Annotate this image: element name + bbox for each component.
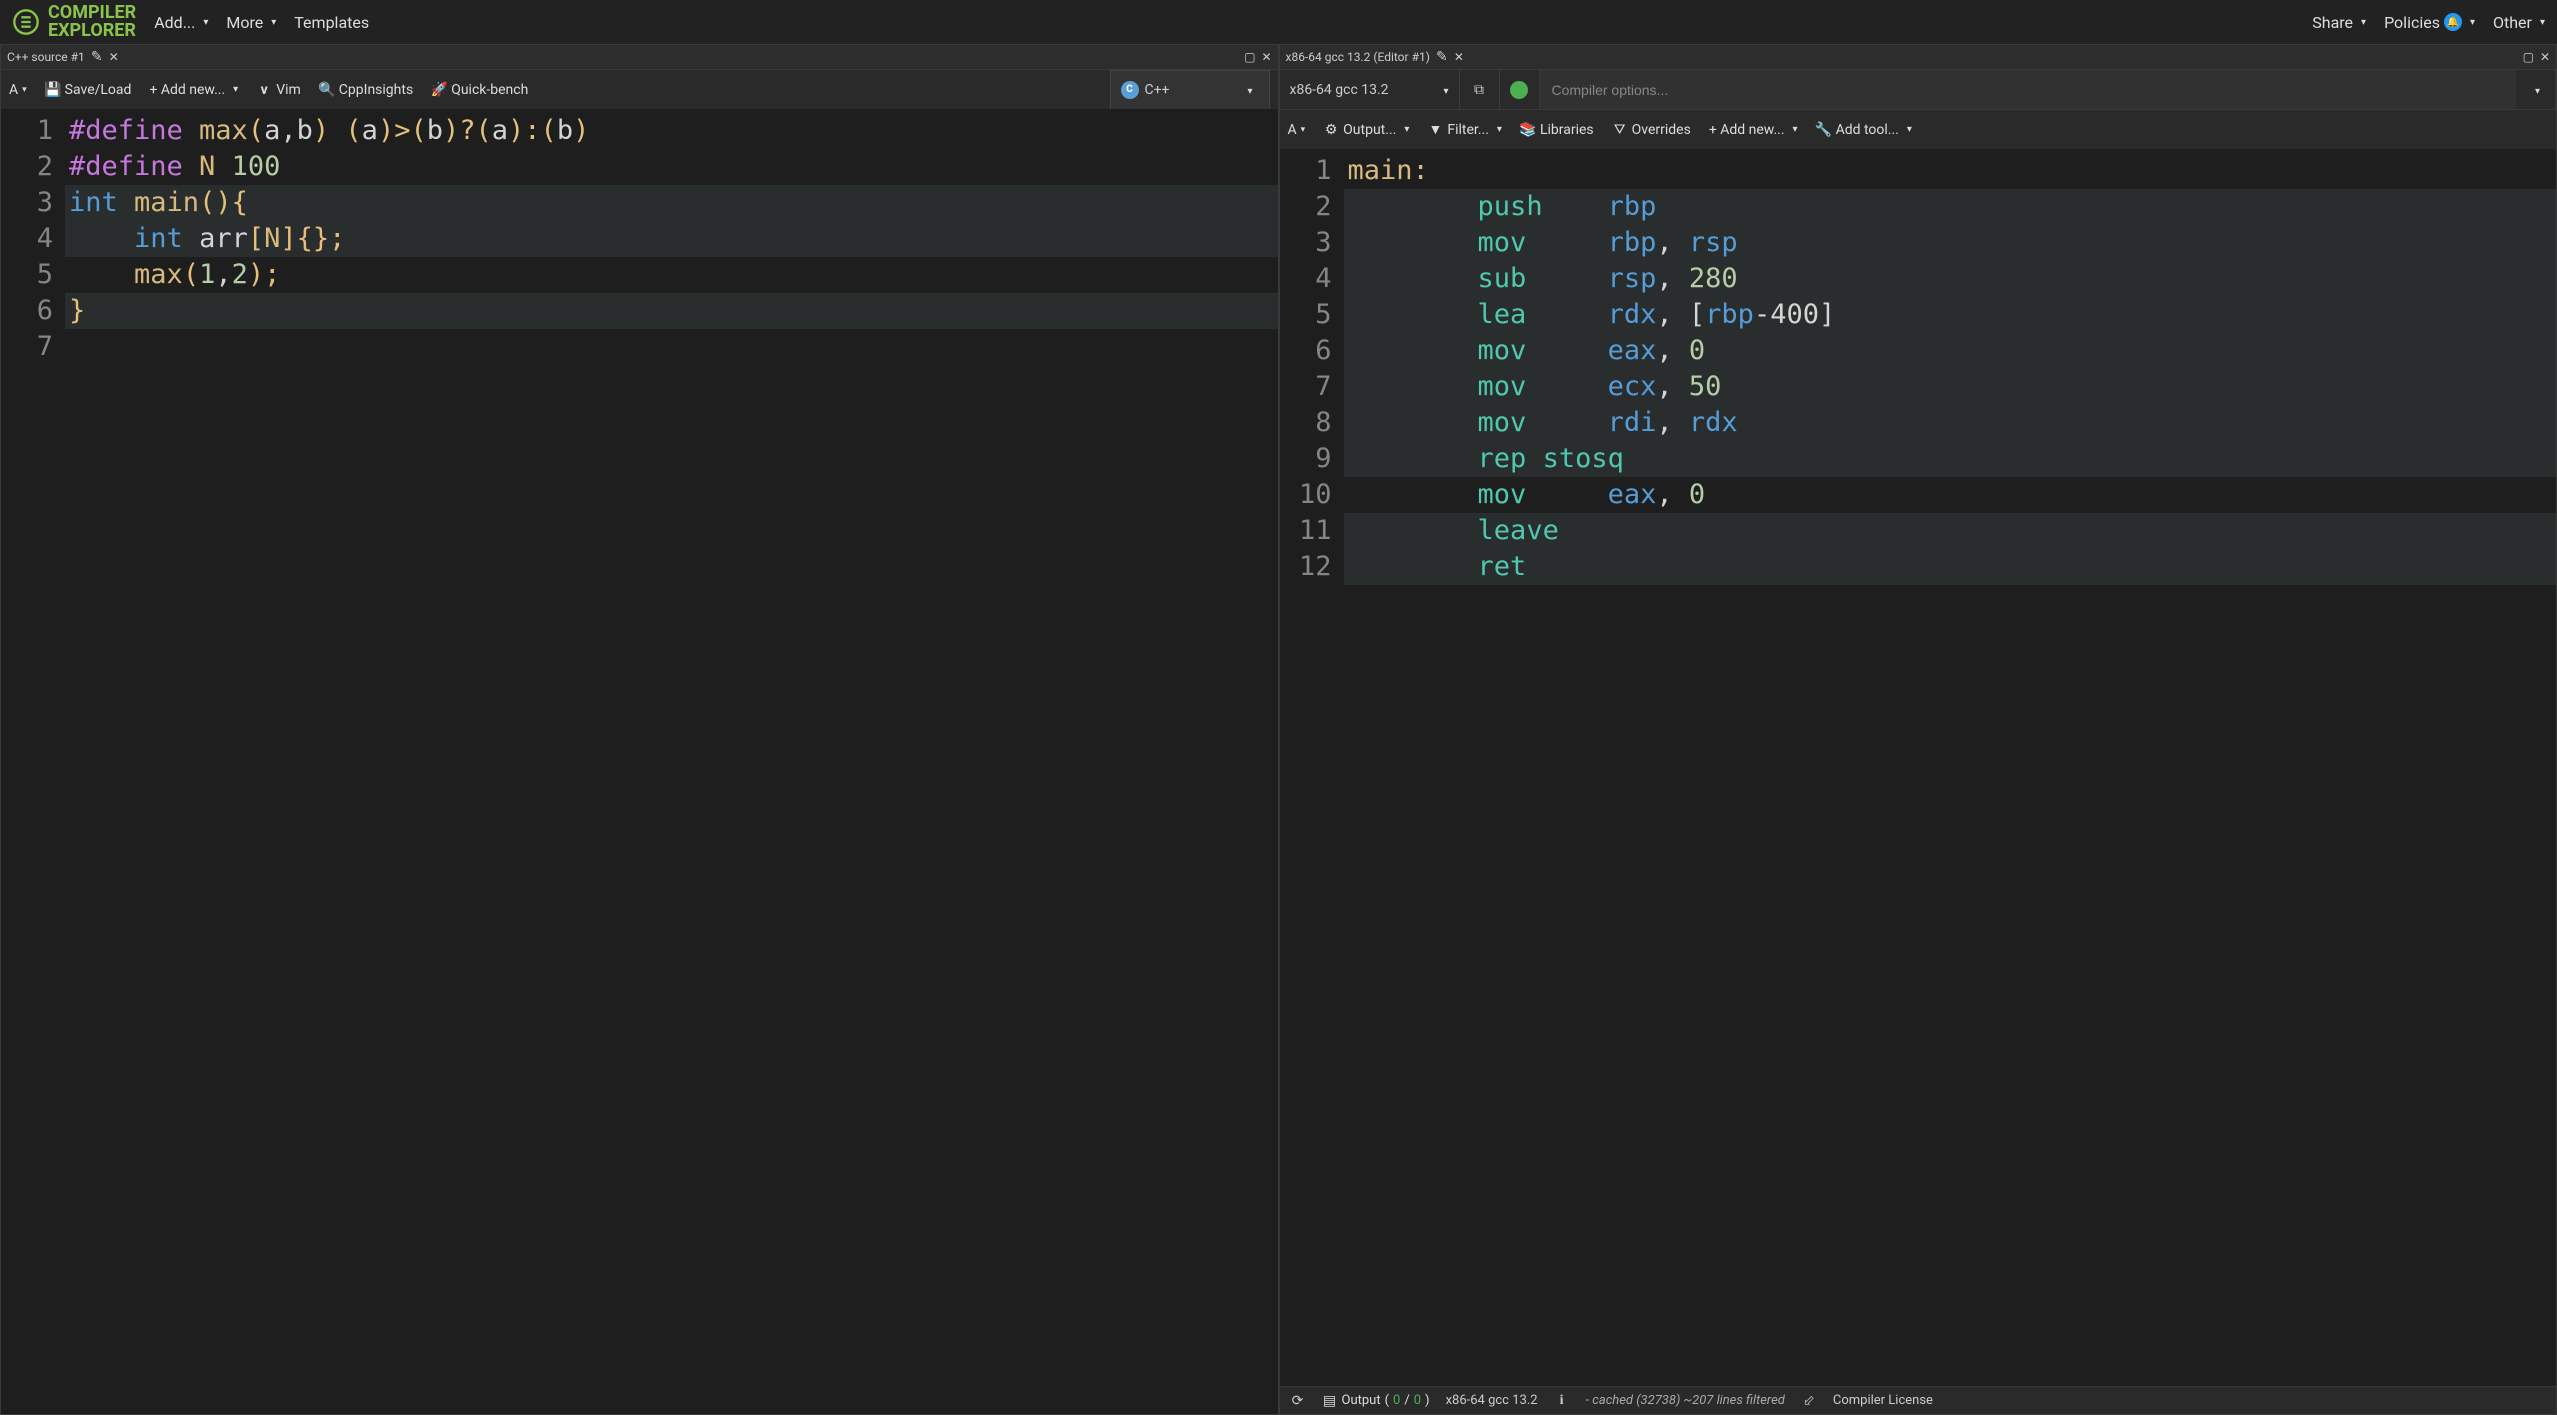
vim-button[interactable]: v Vim [256, 82, 301, 98]
close-icon[interactable]: ✕ [1454, 50, 1464, 64]
code-line[interactable]: int main(){ [65, 185, 1278, 221]
rocket-icon: 🚀 [431, 82, 447, 98]
asm-gutter: 123456789101112 [1280, 149, 1344, 1386]
maximize-icon[interactable]: ▢ [1244, 50, 1255, 64]
compiler-select[interactable]: x86-64 gcc 13.2 [1280, 70, 1460, 109]
chevron-down-icon [1247, 82, 1252, 98]
code-line[interactable]: sub rsp, 280 [1344, 261, 2557, 297]
status-indicator [1500, 70, 1540, 109]
book-icon: 📚 [1520, 122, 1536, 138]
footer-compiler-name: x86-64 gcc 13.2 [1446, 1393, 1538, 1408]
source-editor[interactable]: 1234567 #define max(a,b) (a)>(b)?(a):(b)… [1, 109, 1278, 1414]
source-tab-bar: C++ source #1 ✎ ✕ ▢ ✕ [1, 45, 1278, 69]
close-pane-icon[interactable]: ✕ [1261, 50, 1271, 64]
code-line[interactable]: mov ecx, 50 [1344, 369, 2557, 405]
chart-icon[interactable]: ⬃ [1801, 1393, 1817, 1409]
code-line[interactable]: leave [1344, 513, 2557, 549]
code-line[interactable]: #define N 100 [65, 149, 1278, 185]
pencil-icon: ✎ [1434, 49, 1450, 65]
source-gutter: 1234567 [1, 109, 65, 1414]
asm-tab-bar: x86-64 gcc 13.2 (Editor #1) ✎ ✕ ▢ ✕ [1280, 45, 2557, 69]
source-pane: C++ source #1 ✎ ✕ ▢ ✕ A▾ 💾 Save/Load + A… [0, 44, 1279, 1415]
chevron-down-icon [1439, 82, 1448, 98]
popout-icon: ⧉ [1471, 82, 1487, 98]
search-icon: 🔍 [319, 82, 335, 98]
code-line[interactable]: push rbp [1344, 189, 2557, 225]
compiler-options[interactable] [1540, 70, 2517, 109]
source-tab[interactable]: C++ source #1 ✎ ✕ [7, 49, 119, 65]
topbar: COMPILER EXPLORER Add... More Templates … [0, 0, 2557, 44]
reload-icon[interactable]: ⟳ [1290, 1393, 1306, 1409]
nav-add[interactable]: Add... [154, 13, 208, 32]
code-line[interactable]: main: [1344, 153, 2557, 189]
output-status-button[interactable]: ▤ Output (0/0) [1322, 1393, 1430, 1409]
brand-line2: EXPLORER [48, 22, 136, 40]
footer-cache-info: - cached (32738) ~207 lines filtered [1586, 1393, 1785, 1408]
check-icon [1510, 81, 1528, 99]
source-toolbar: A▾ 💾 Save/Load + Add new... v Vim 🔍 CppI… [1, 69, 1278, 109]
cpp-icon: C [1121, 81, 1139, 99]
code-line[interactable]: int arr[N]{}; [65, 221, 1278, 257]
addnew-asm-button[interactable]: + Add new... [1709, 122, 1798, 138]
asm-toolbar: A▾ ⚙ Output... ▼ Filter... 📚 Libraries ⛛… [1280, 109, 2557, 149]
code-line[interactable]: mov rdi, rdx [1344, 405, 2557, 441]
addtool-button[interactable]: 🔧 Add tool... [1816, 122, 1912, 138]
filter-button[interactable]: ▼ Filter... [1427, 122, 1502, 138]
nav-policies[interactable]: Policies 🔔 [2384, 13, 2475, 32]
saveload-button[interactable]: 💾 Save/Load [45, 82, 132, 98]
overrides-button[interactable]: ⛛ Overrides [1612, 122, 1691, 138]
font-button[interactable]: A▾ [9, 82, 27, 98]
pencil-icon: ✎ [89, 49, 105, 65]
font-button[interactable]: A▾ [1288, 122, 1306, 138]
code-line[interactable]: #define max(a,b) (a)>(b)?(a):(b) [65, 113, 1278, 149]
gear-icon [12, 8, 40, 36]
filter-icon: ⛛ [1612, 122, 1628, 138]
nav-templates[interactable]: Templates [294, 13, 369, 32]
cppinsights-button[interactable]: 🔍 CppInsights [319, 82, 413, 98]
language-select[interactable]: C C++ [1110, 70, 1270, 110]
code-line[interactable]: ret [1344, 549, 2557, 585]
asm-pane: x86-64 gcc 13.2 (Editor #1) ✎ ✕ ▢ ✕ x86-… [1279, 44, 2557, 1415]
source-code-area[interactable]: #define max(a,b) (a)>(b)?(a):(b)#define … [65, 109, 1278, 1414]
code-line[interactable]: max(1,2); [65, 257, 1278, 293]
funnel-icon: ▼ [1427, 122, 1443, 138]
popout-button[interactable]: ⧉ [1460, 70, 1500, 109]
chevron-down-icon [2531, 82, 2540, 98]
gear-icon: ⚙ [1323, 122, 1339, 138]
quickbench-button[interactable]: 🚀 Quick-bench [431, 82, 528, 98]
libraries-button[interactable]: 📚 Libraries [1520, 122, 1594, 138]
compiler-options-input[interactable] [1540, 70, 2517, 109]
asm-tab[interactable]: x86-64 gcc 13.2 (Editor #1) ✎ ✕ [1286, 49, 1464, 65]
code-line[interactable]: } [65, 293, 1278, 329]
nav-more[interactable]: More [226, 13, 276, 32]
code-line[interactable]: mov rbp, rsp [1344, 225, 2557, 261]
code-line[interactable]: lea rdx, [rbp-400] [1344, 297, 2557, 333]
footer-license[interactable]: Compiler License [1833, 1393, 1933, 1408]
bell-icon: 🔔 [2444, 13, 2462, 31]
vim-icon: v [256, 82, 272, 98]
info-icon[interactable]: i [1554, 1393, 1570, 1409]
brand-logo[interactable]: COMPILER EXPLORER [12, 4, 136, 40]
compiler-row: x86-64 gcc 13.2 ⧉ [1280, 69, 2557, 109]
close-icon[interactable]: ✕ [109, 50, 119, 64]
compiler-options-dropdown[interactable] [2516, 70, 2556, 109]
asm-footer: ⟳ ▤ Output (0/0) x86-64 gcc 13.2 i - cac… [1280, 1386, 2557, 1414]
floppy-icon: 💾 [45, 82, 61, 98]
nav-other[interactable]: Other [2493, 13, 2545, 32]
close-pane-icon[interactable]: ✕ [2540, 50, 2550, 64]
wrench-icon: 🔧 [1816, 122, 1832, 138]
workspace: C++ source #1 ✎ ✕ ▢ ✕ A▾ 💾 Save/Load + A… [0, 44, 2557, 1415]
asm-editor[interactable]: 123456789101112 main: push rbp mov rbp, … [1280, 149, 2557, 1386]
asm-code-area[interactable]: main: push rbp mov rbp, rsp sub rsp, 280… [1344, 149, 2557, 1386]
list-icon: ▤ [1322, 1393, 1338, 1409]
code-line[interactable]: mov eax, 0 [1344, 333, 2557, 369]
nav-share[interactable]: Share [2312, 13, 2366, 32]
maximize-icon[interactable]: ▢ [2523, 50, 2534, 64]
addnew-button[interactable]: + Add new... [149, 82, 238, 98]
code-line[interactable]: mov eax, 0 [1344, 477, 2557, 513]
code-line[interactable]: rep stosq [1344, 441, 2557, 477]
output-button[interactable]: ⚙ Output... [1323, 122, 1409, 138]
